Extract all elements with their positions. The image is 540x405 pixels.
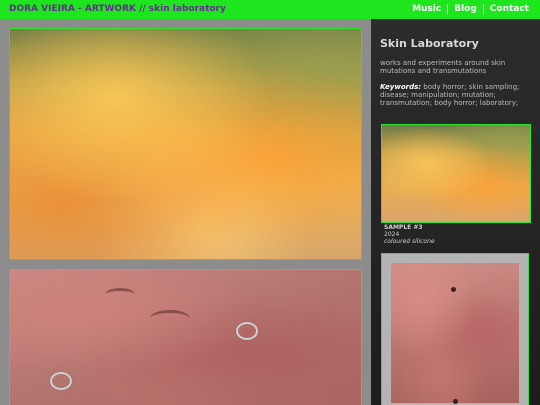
framed-sample-image [391, 263, 519, 404]
skin-crease [150, 310, 190, 327]
sidebar-keywords: Keywords: body horror; skin sampling; di… [380, 83, 528, 107]
skin-crease [105, 288, 135, 301]
sample-title: SAMPLE #3 [384, 224, 423, 231]
keywords-label: Keywords: [380, 83, 422, 91]
piercing-ring [50, 372, 72, 390]
nav-music-link[interactable]: Music [406, 4, 447, 15]
main-nav: Music Blog Contact [406, 4, 535, 15]
main-gallery[interactable] [0, 19, 371, 405]
top-bar: DORA VIEIRA - ARTWORK // skin laboratory… [0, 0, 540, 19]
artwork-photo-yellow-silicone[interactable] [9, 28, 362, 260]
sidebar[interactable]: Skin Laboratory works and experiments ar… [371, 19, 540, 405]
sample-material: coloured silicone [384, 238, 435, 245]
sidebar-title: Skin Laboratory [380, 37, 479, 50]
sample-caption: SAMPLE #3 2024 coloured silicone [384, 224, 435, 245]
artwork-photo-pink-skin[interactable] [9, 269, 362, 405]
sample-thumbnail-framed[interactable] [381, 253, 529, 405]
sample-thumbnail[interactable] [381, 124, 531, 223]
sample-spot [451, 287, 456, 292]
nav-blog-link[interactable]: Blog [447, 4, 483, 15]
site-title[interactable]: DORA VIEIRA - ARTWORK // skin laboratory [9, 4, 226, 14]
sample-spot [453, 399, 458, 404]
sidebar-description: works and experiments around skin mutati… [380, 59, 506, 75]
nav-contact-link[interactable]: Contact [482, 4, 535, 15]
sample-year: 2024 [384, 231, 400, 238]
piercing-ring [236, 322, 258, 340]
